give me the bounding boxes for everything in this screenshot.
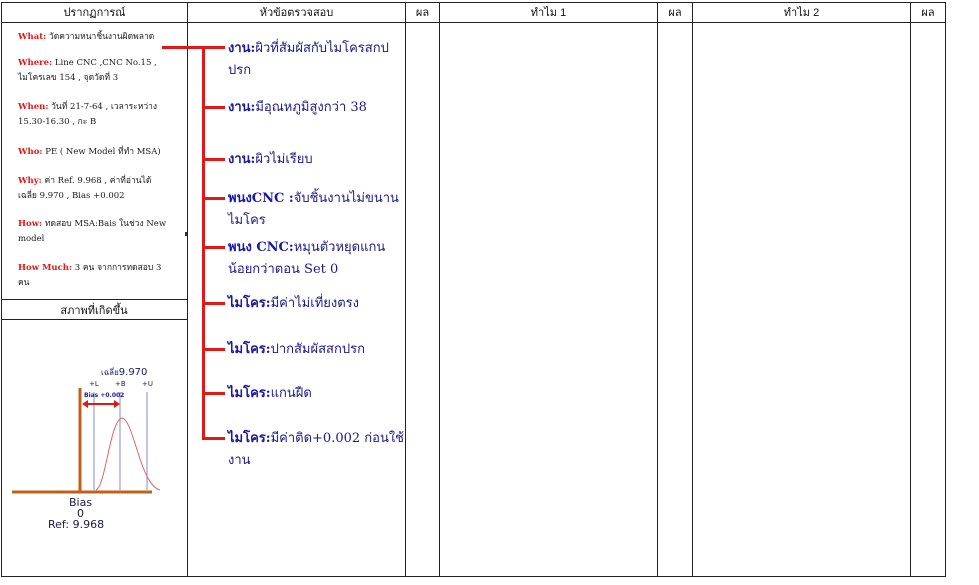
header-bottom-border [1,22,945,23]
howmuch-key: How Much: [18,263,73,273]
bias-arrow-left-head [82,400,88,408]
bias-chart [12,388,161,494]
header-result-1: ผล [415,7,430,19]
connector-line [162,46,204,49]
header-topic: หัวข้อตรวจสอบ [259,7,334,19]
branch-item-8: ไมโคร:มีค่าติด+0.002 ก่อนใช้งาน [228,428,406,472]
branch-tick-0 [203,46,225,49]
branch-key: ไมโคร: [228,431,271,446]
avg-value: 9.970 [118,367,148,378]
when-entry: When: วันที่ 21-7-64 , เวลาระหว่าง 15.30… [18,100,168,130]
how-key: How: [18,219,43,229]
branch-tick-5 [203,302,225,305]
branch-tick-4 [203,246,225,249]
who-key: Who: [18,147,43,157]
branch-key: ไมโคร: [228,386,271,401]
why-entry: Why: ค่า Ref. 9.968 , ค่าที่อ่านได้เฉลี่… [18,174,168,204]
col-border-4 [657,2,658,577]
avg-label: เฉลี่ย9.970 [101,366,147,379]
what-entry: What: วัดความหนาชิ้นงานผิดพลาด [18,30,168,45]
header-why-2: ทำไม 2 [783,7,820,19]
branch-key: ไมโคร: [228,296,271,311]
what-value: วัดความหนาชิ้นงานผิดพลาด [46,32,155,42]
distribution-curve [95,417,161,491]
who-entry: Who: PE ( New Model ที่ทำ MSA) [18,145,168,160]
header-result-3: ผล [921,7,935,19]
branch-key: ไมโคร: [228,342,271,357]
branch-text: มีอุณหภูมิสูงกว่า 38 [255,100,367,115]
col-border-3 [439,2,440,577]
limit-l-label: +L [89,380,99,388]
limit-u-label: +U [142,380,153,388]
condition-title: สภาพที่เกิดขึ้น [60,304,128,317]
branch-key: พนงCNC : [228,191,294,206]
header-why-1: ทำไม 1 [530,7,567,19]
branch-text: ผิวไม่เรียบ [255,152,313,167]
branch-item-5: ไมโคร:มีค่าไม่เที่ยงตรง [228,293,403,315]
what-key: What: [18,32,47,42]
who-value: PE ( New Model ที่ทำ MSA) [42,147,161,157]
bias-tag: Bias +0.002 [84,392,125,399]
col-border-1 [187,2,188,577]
col-border-5 [692,2,693,577]
branch-item-0: งาน:ผิวที่สัมผัสกับไมโครสกปปรก [228,38,403,82]
branch-key: งาน: [228,152,256,167]
branch-tick-8 [203,437,225,440]
col-border-6 [910,2,911,577]
howmuch-entry: How Much: 3 คน จากการทดสอบ 3 คน [18,261,168,291]
branch-key: งาน: [228,41,256,56]
why-key: Why: [18,176,42,186]
avg-label-text: เฉลี่ย [101,368,119,377]
branch-item-7: ไมโคร:แกนฝืด [228,383,403,405]
col-border-7 [945,2,946,577]
ref-label: Ref: 9.968 [48,518,105,531]
branch-item-4: พนง CNC:หมุนตัวหยุดแกนน้อยกว่าตอน Set 0 [228,237,403,281]
branch-key: งาน: [228,100,256,115]
branch-tick-6 [203,348,225,351]
header-result-2: ผล [668,7,682,19]
branch-tick-7 [203,392,225,395]
branch-text: มีค่าไม่เที่ยงตรง [270,296,360,311]
table-bottom-border [1,576,945,577]
col-border-2 [405,2,406,577]
branch-item-2: งาน:ผิวไม่เรียบ [228,149,403,171]
branch-text: แกนฝืด [270,386,312,401]
branch-item-6: ไมโคร:ปากสัมผัสสกปรก [228,339,403,361]
limit-b-label: +B [115,380,126,388]
branch-item-1: งาน:มีอุณหภูมิสูงกว่า 38 [228,97,403,119]
why-why-analysis-sheet: ปรากฏการณ์ หัวข้อตรวจสอบ ผล ทำไม 1 ผล ทำ… [0,0,979,585]
branch-key: พนง CNC: [228,240,294,255]
branch-tick-1 [203,106,225,109]
when-key: When: [18,102,49,112]
branch-text: ปากสัมผัสสกปรก [270,342,365,357]
small-mark [185,232,187,236]
branch-tick-2 [203,158,225,161]
how-entry: How: ทดสอบ MSA:Bais ในช่วง New model [18,217,168,247]
branch-tick-3 [203,197,225,200]
where-key: Where: [18,58,53,68]
header-phenomenon: ปรากฏการณ์ [63,7,126,19]
branch-item-3: พนงCNC :จับชิ้นงานไม่ขนานไมโคร [228,188,403,232]
bias-arrow-right-head [114,400,120,408]
where-entry: Where: Line CNC ,CNC No.15 , ไมโครเลข 15… [18,56,168,86]
